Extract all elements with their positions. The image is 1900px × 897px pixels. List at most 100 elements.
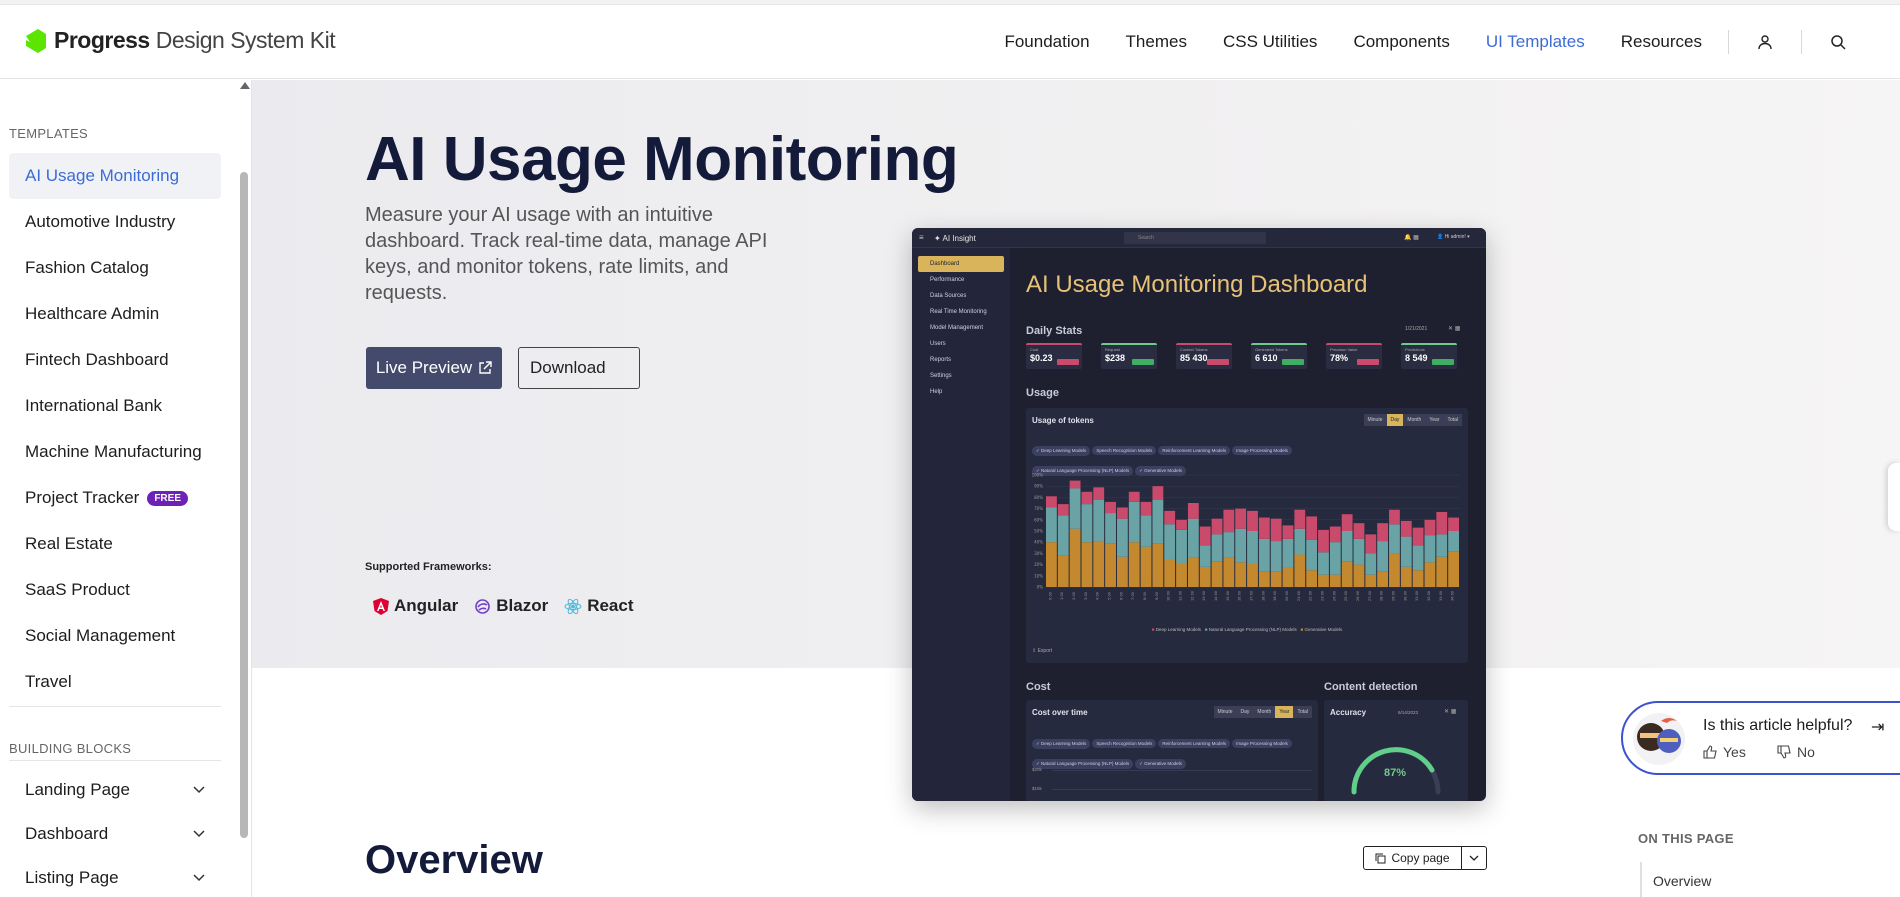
chart-bar-segment — [1199, 545, 1211, 567]
user-icon[interactable] — [1755, 32, 1775, 52]
download-button[interactable]: Download — [518, 347, 640, 389]
chart-bar-segment — [1436, 556, 1448, 587]
chart-bar-segment — [1377, 541, 1389, 572]
on-this-page-overview-link[interactable]: Overview — [1653, 873, 1711, 889]
accuracy-value: 87% — [1384, 767, 1407, 779]
chart-bar-segment — [1329, 574, 1341, 587]
sidebar-item-dashboard[interactable]: Dashboard — [9, 812, 221, 856]
templates-list: AI Usage Monitoring Automotive Industry … — [9, 153, 221, 705]
framework-blazor[interactable]: Blazor — [474, 596, 548, 616]
feedback-yes-button[interactable]: Yes — [1703, 744, 1746, 760]
copy-page-main[interactable]: Copy page — [1364, 847, 1462, 869]
framework-react[interactable]: React — [564, 596, 634, 616]
sidebar-scrollbar[interactable] — [240, 172, 248, 838]
preview-user: 👤 Hi admin! ▾ — [1437, 234, 1470, 240]
sidebar-item-project-tracker[interactable]: Project Tracker FREE — [9, 475, 221, 521]
search-icon[interactable] — [1828, 32, 1848, 52]
chart-x-tick: 31:00 — [1415, 591, 1419, 601]
nav-themes[interactable]: Themes — [1126, 32, 1187, 52]
sidebar-item-international-bank[interactable]: International Bank — [9, 383, 221, 429]
cost-tabs: Minute Day Month Year Total — [1213, 706, 1312, 718]
chart-bar-segment — [1211, 561, 1223, 587]
feedback-avatar-icon — [1633, 713, 1685, 765]
nav-ui-templates[interactable]: UI Templates — [1486, 32, 1585, 52]
nav-components[interactable]: Components — [1353, 32, 1449, 52]
chart-bar-segment — [1176, 563, 1187, 587]
copy-page-dropdown[interactable] — [1462, 847, 1486, 869]
preview-app-name: ✦ AI Insight — [934, 234, 976, 243]
dashboard-preview[interactable]: ≡ ✦ AI Insight Search 🔔 ▦ 👤 Hi admin! ▾ … — [912, 228, 1486, 801]
feedback-collapse-icon[interactable]: ⇥ — [1871, 717, 1884, 737]
copy-page-button[interactable]: Copy page — [1363, 846, 1487, 870]
scroll-up-arrow-icon[interactable] — [240, 82, 250, 89]
sidebar-item-travel[interactable]: Travel — [9, 659, 221, 705]
sidebar-item-fintech-dashboard[interactable]: Fintech Dashboard — [9, 337, 221, 383]
chart-bar-segment — [1389, 524, 1400, 554]
chart-x-tick: 22:00 — [1309, 591, 1313, 601]
chart-bar-segment — [1329, 542, 1341, 575]
usage-tab: Minute — [1363, 414, 1387, 426]
side-edge-tab[interactable] — [1888, 463, 1900, 531]
chart-x-tick: 1:00 — [1060, 592, 1064, 600]
chart-x-tick: 29:00 — [1391, 591, 1395, 601]
sidebar-item-listing-page[interactable]: Listing Page — [9, 856, 221, 897]
logo[interactable]: Progress Design System Kit — [24, 27, 336, 54]
chart-x-tick: 24:00 — [1332, 591, 1336, 601]
sidebar-item-machine-manufacturing[interactable]: Machine Manufacturing — [9, 429, 221, 475]
framework-angular[interactable]: Angular — [373, 596, 458, 616]
legend-swatch-deep: ■ — [1151, 627, 1155, 632]
nav-css-utilities[interactable]: CSS Utilities — [1223, 32, 1317, 52]
feedback-yes-label: Yes — [1723, 744, 1746, 760]
chart-x-tick: 11:00 — [1179, 591, 1183, 601]
chart-x-tick: 19:00 — [1273, 591, 1277, 601]
chart-bar-segment — [1389, 509, 1400, 525]
chart-bar-segment — [1412, 570, 1424, 587]
on-this-page-title: ON THIS PAGE — [1638, 831, 1734, 846]
react-icon — [564, 598, 582, 614]
usage-panel: Usage of tokens Minute Day Month Year Total … — [1026, 408, 1468, 663]
chart-bar-segment — [1412, 545, 1424, 571]
stat-card: Context Tokens 85 430 — [1176, 343, 1232, 369]
chart-x-tick: 15:00 — [1226, 591, 1230, 601]
feedback-no-button[interactable]: No — [1777, 744, 1815, 760]
chart-bar-segment — [1081, 504, 1093, 543]
sidebar-item-fashion-catalog[interactable]: Fashion Catalog — [9, 245, 221, 291]
chart-bar-segment — [1105, 543, 1116, 587]
sidebar-item-automotive-industry[interactable]: Automotive Industry — [9, 199, 221, 245]
sidebar-item-label: SaaS Product — [25, 580, 130, 599]
cost-tab: Day — [1236, 706, 1254, 718]
nav-foundation[interactable]: Foundation — [1004, 32, 1089, 52]
stat-label: Predictions — [1405, 347, 1425, 352]
sidebar-item-social-management[interactable]: Social Management — [9, 613, 221, 659]
nav-resources[interactable]: Resources — [1621, 32, 1702, 52]
sidebar-item-healthcare-admin[interactable]: Healthcare Admin — [9, 291, 221, 337]
chart-x-tick: 8:00 — [1143, 592, 1147, 600]
preview-usage-heading: Usage — [1026, 387, 1060, 399]
preview-daily-stats: Daily Stats — [1026, 325, 1083, 337]
usage-chip-label: Reinforcement Learning Models — [1162, 448, 1227, 453]
chart-bar-segment — [1093, 541, 1105, 587]
usage-tab: Day — [1386, 414, 1404, 426]
sidebar-item-saas-product[interactable]: SaaS Product — [9, 567, 221, 613]
chart-x-tick: 14:00 — [1214, 591, 1218, 601]
sidebar-item-ai-usage-monitoring[interactable]: AI Usage Monitoring — [9, 153, 221, 199]
chart-bar-segment — [1081, 542, 1093, 587]
chart-bar-segment — [1306, 539, 1318, 571]
sidebar-item-real-estate[interactable]: Real Estate — [9, 521, 221, 567]
chart-bar-segment — [1081, 491, 1093, 505]
stat-label: Context Tokens — [1180, 347, 1208, 352]
chart-x-tick: 2:00 — [1072, 592, 1076, 600]
sidebar-item-landing-page[interactable]: Landing Page — [9, 768, 221, 812]
chart-y-tick: 60% — [1034, 517, 1043, 522]
live-preview-button[interactable]: Live Preview — [366, 347, 502, 389]
chart-bar-segment — [1235, 508, 1247, 529]
cost-chip: Reinforcement Learning Models — [1158, 739, 1231, 748]
sidebar-item-label: Healthcare Admin — [25, 304, 160, 323]
cost-tab: Year — [1275, 706, 1294, 718]
chart-bar-segment — [1448, 517, 1459, 531]
chart-bar-segment — [1176, 529, 1187, 564]
preview-menu-settings: Settings — [930, 373, 952, 379]
chart-bar-segment — [1306, 516, 1318, 540]
usage-chip-label: Deep Learning Models — [1041, 448, 1087, 453]
legend-swatch-gen: ■ — [1300, 627, 1304, 632]
